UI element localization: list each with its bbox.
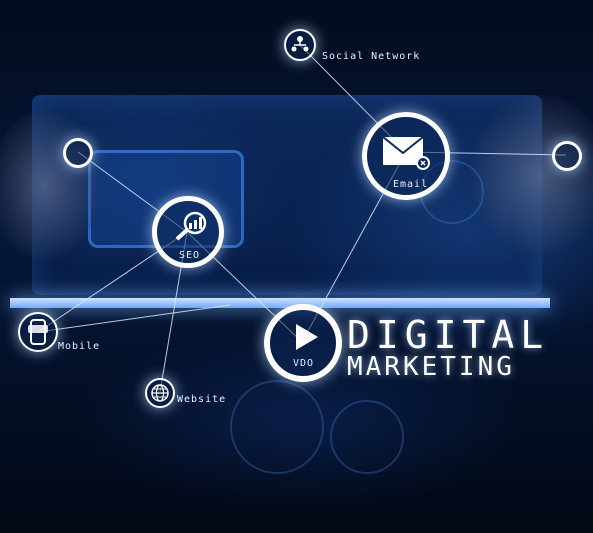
vdo-label: VDO (293, 358, 315, 369)
social-network-label: Social Network (322, 51, 421, 62)
website-node[interactable] (145, 378, 175, 408)
email-node[interactable]: Email (362, 112, 450, 200)
people-network-icon (291, 36, 309, 52)
email-label: Email (393, 179, 429, 190)
website-label: Website (177, 394, 227, 405)
connection-lines (37, 44, 567, 393)
vdo-node[interactable]: VDO (264, 304, 342, 382)
headline-marketing: MARKETING (347, 352, 515, 382)
digital-marketing-scene: Social Network Email SEO Mobile Website … (0, 0, 593, 533)
social-network-node[interactable] (284, 29, 316, 61)
play-icon (296, 324, 318, 350)
envelope-icon (382, 136, 430, 170)
left-connector-ring[interactable] (63, 138, 93, 168)
right-connector-ring[interactable] (552, 141, 582, 171)
seo-chart-magnifier-icon (175, 211, 207, 241)
mobile-node[interactable] (18, 312, 58, 352)
smartphone-icon (28, 319, 48, 345)
seo-label: SEO (179, 250, 201, 261)
seo-node[interactable]: SEO (152, 196, 224, 268)
headline-digital: DIGITAL (347, 313, 550, 357)
mobile-label: Mobile (58, 341, 101, 352)
globe-icon (151, 384, 169, 402)
